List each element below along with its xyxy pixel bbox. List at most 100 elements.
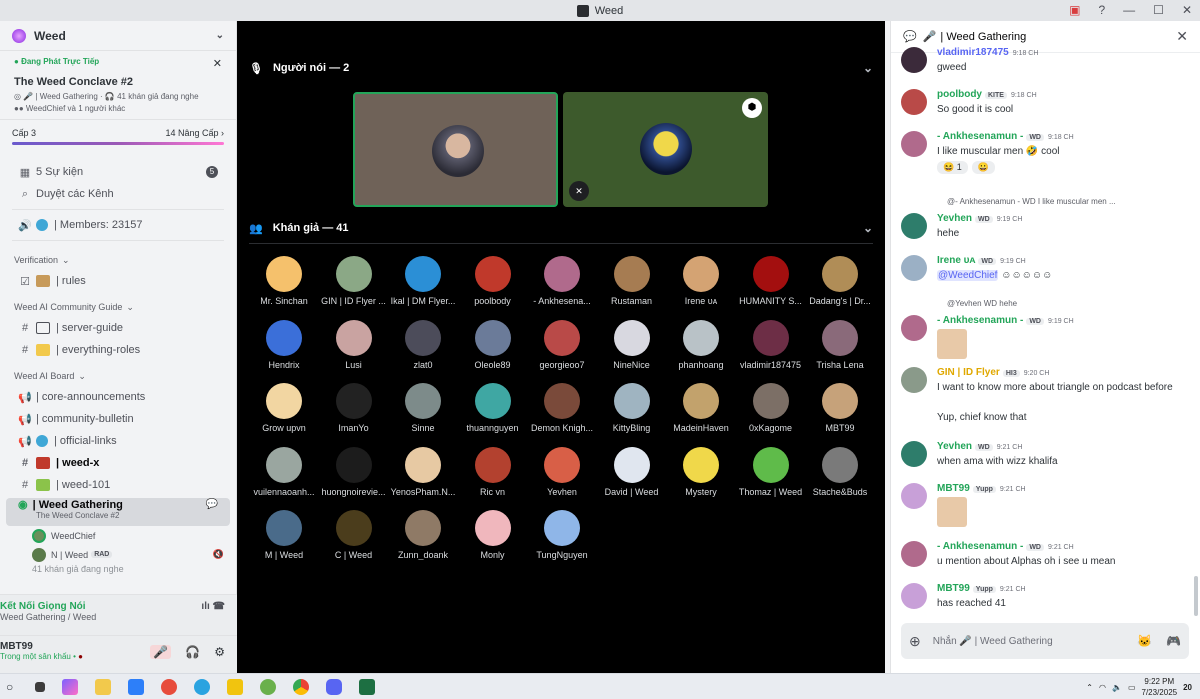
avatar[interactable] (901, 483, 927, 509)
audience-member[interactable]: Hendrix (249, 319, 319, 370)
audience-member[interactable]: huongnoirevie... (319, 446, 389, 497)
audience-member[interactable]: Oleole89 (458, 319, 528, 370)
audience-member[interactable]: GIN | ID Flyer ... (319, 256, 389, 306)
attached-image[interactable] (937, 329, 967, 359)
audience-member[interactable]: M | Weed (249, 510, 319, 560)
stage-user[interactable]: N | Weed RAD 🔇 (0, 545, 236, 564)
headset-icon[interactable]: 🎧 (185, 645, 200, 659)
audience-header[interactable]: 👥 Khán giả — 41 ⌄ (249, 221, 873, 235)
author-name[interactable]: - Ankhesenamun - WD 9:21 CH (937, 541, 1074, 552)
app-icon[interactable] (161, 678, 178, 695)
add-attachment-icon[interactable]: ⊕ (909, 633, 921, 650)
audience-member[interactable]: MadeinHaven (666, 383, 736, 433)
avatar[interactable] (901, 255, 927, 281)
avatar[interactable] (901, 47, 927, 73)
sticker-icon[interactable]: 🐱 (1137, 634, 1152, 648)
audience-member[interactable]: georgieoo7 (527, 319, 597, 370)
audience-member[interactable]: MBT99 (805, 383, 875, 433)
app-icon[interactable] (260, 678, 277, 695)
avatar[interactable] (901, 441, 927, 467)
audience-member[interactable]: Dadang's | Dr... (805, 256, 875, 306)
audience-member[interactable]: C | Weed (319, 510, 389, 560)
category-verification[interactable]: Verification ⌄ (0, 245, 236, 270)
app-icon[interactable] (227, 678, 244, 695)
audience-member[interactable]: phanhoang (666, 319, 736, 370)
close-icon[interactable]: ✕ (213, 57, 222, 70)
chrome-icon[interactable] (293, 678, 310, 695)
reaction[interactable]: 😀 (971, 161, 995, 174)
attached-image[interactable] (937, 497, 967, 527)
maximize-button[interactable]: ☐ (1153, 3, 1164, 17)
audience-member[interactable]: ImanYo (319, 383, 389, 433)
excel-icon[interactable] (359, 678, 376, 695)
avatar[interactable] (901, 367, 927, 393)
author-name[interactable]: Yevhen WD 9:19 CH (937, 213, 1022, 224)
server-header[interactable]: Weed ⌄ (0, 21, 236, 51)
minimize-button[interactable]: — (1123, 3, 1135, 17)
audience-member[interactable]: Rustaman (597, 256, 667, 306)
discord-icon[interactable] (326, 678, 343, 695)
author-name[interactable]: MBT99 Yupp 9:21 CH (937, 483, 1026, 494)
audience-member[interactable]: TungNguyen (527, 510, 597, 560)
audience-member[interactable]: KittyBling (597, 383, 667, 433)
audience-member[interactable]: Mystery (666, 446, 736, 497)
speaker-tile[interactable]: ⬢ ✕ (563, 92, 768, 207)
audience-member[interactable]: Trisha Lena (805, 319, 875, 370)
audience-member[interactable]: vladimir187475 (736, 319, 806, 370)
avatar[interactable] (901, 583, 927, 609)
notification-badge[interactable]: 20 (1183, 683, 1192, 692)
events-item[interactable]: ▦ 5 Sự kiện 5 (0, 161, 236, 183)
listener-count[interactable]: 41 khán giả đang nghe (0, 564, 236, 574)
reaction[interactable]: 😆 1 (937, 161, 968, 174)
audience-member[interactable]: David | Weed (597, 446, 667, 497)
speakers-header[interactable]: 🎙 Người nói — 2 ⌄ (249, 61, 873, 75)
file-explorer-icon[interactable] (95, 678, 112, 695)
avatar[interactable] (901, 131, 927, 157)
gamepad-icon[interactable]: 🎮 (1166, 634, 1181, 648)
mute-mic-icon[interactable]: 🎤 (150, 645, 172, 659)
audience-member[interactable]: Grow upvn (249, 383, 319, 433)
audience-member[interactable]: YenosPham.N... (388, 446, 458, 497)
audience-member[interactable]: poolbody (458, 256, 528, 306)
message-input[interactable]: ⊕ Nhắn 🎤 | Weed Gathering 🐱 🎮 (901, 623, 1189, 659)
channel-weed-101[interactable]: # | weed-101 (0, 474, 236, 496)
audience-member[interactable]: Mr. Sinchan (249, 256, 319, 306)
audience-member[interactable]: Ric vn (458, 446, 528, 497)
reply-preview[interactable]: @- Ankhesenamun - WD I like muscular men… (947, 197, 1116, 206)
user-mention[interactable]: @WeedChief (937, 270, 999, 281)
close-button[interactable]: ✕ (1182, 3, 1192, 17)
audience-member[interactable]: NineNice (597, 319, 667, 370)
audience-member[interactable]: Zunn_doank (388, 510, 458, 560)
author-name[interactable]: Irene ᴜᴀ WD 9:19 CH (937, 255, 1026, 266)
audience-member[interactable]: Stache&Buds (805, 446, 875, 497)
browse-channels-item[interactable]: ⌕ Duyệt các Kênh (0, 183, 236, 205)
audience-member[interactable]: 0xKagome (736, 383, 806, 433)
channel-official-links[interactable]: 📢 | official-links (0, 430, 236, 452)
stage-channel-weed-gathering[interactable]: ◉ | Weed Gathering 💬 The Weed Conclave #2 (6, 498, 230, 526)
channel-weed-x[interactable]: # | weed-x (0, 452, 236, 474)
close-icon[interactable]: ✕ (1176, 28, 1188, 45)
category-board[interactable]: Weed AI Board ⌄ (0, 361, 236, 386)
copilot-icon[interactable] (62, 678, 79, 695)
audience-member[interactable]: Yevhen (527, 446, 597, 497)
chat-icon[interactable]: 💬 (206, 499, 218, 510)
author-name[interactable]: Yevhen WD 9:21 CH (937, 441, 1022, 452)
volume-icon[interactable]: 🔈 (1112, 683, 1122, 692)
voice-location[interactable]: Weed Gathering / Weed (0, 612, 237, 622)
task-view-icon[interactable] (35, 681, 46, 692)
scrollbar[interactable] (1194, 576, 1198, 616)
speaker-tile[interactable] (353, 92, 558, 207)
voice-signal-icon[interactable]: ılı ☎ (201, 601, 225, 612)
author-name[interactable]: GIN | ID Flyer HI3 9:20 CH (937, 367, 1049, 378)
avatar[interactable] (901, 89, 927, 115)
author-name[interactable]: - Ankhesenamun - WD 9:19 CH (937, 315, 1074, 326)
audience-member[interactable]: vuilennaoanh... (249, 446, 319, 497)
start-icon[interactable]: ○ (6, 680, 13, 694)
channel-core-announcements[interactable]: 📢 | core-announcements (0, 386, 236, 408)
audience-member[interactable]: Ikal | DM Flyer... (388, 256, 458, 306)
help-icon[interactable]: ? (1098, 3, 1105, 17)
audience-member[interactable]: Irene ᴜᴀ (666, 256, 736, 306)
channel-server-guide[interactable]: # | server-guide (0, 317, 236, 339)
audience-member[interactable]: zlat0 (388, 319, 458, 370)
avatar[interactable] (901, 315, 927, 341)
